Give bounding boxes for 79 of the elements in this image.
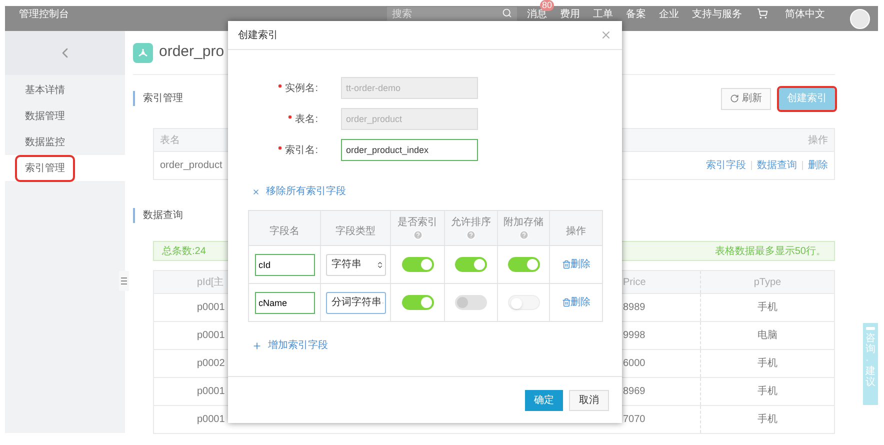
help-icon[interactable] <box>518 230 528 240</box>
table-cell-text: 手机 <box>756 412 778 427</box>
nav-link[interactable]: 工单 <box>593 9 613 20</box>
table-cell-text: order_product <box>160 159 222 173</box>
table-cell-text: 电脑 <box>756 328 778 343</box>
notice-text: 表格数据最多显示50行。 <box>714 244 826 258</box>
toggle-switch[interactable] <box>508 257 540 272</box>
trash-icon <box>562 260 570 269</box>
trash-icon <box>562 298 570 307</box>
search-icon[interactable] <box>502 8 512 18</box>
column-header: 是否索引 <box>398 216 438 230</box>
action-link[interactable]: 索引字段 <box>706 158 746 173</box>
column-header: 表名 <box>160 134 180 148</box>
table-cell-text: 手机 <box>756 356 778 371</box>
table-cell-text: p0001 <box>197 385 225 399</box>
page-title: order_pro <box>159 42 224 62</box>
action-link[interactable]: 数据查询 <box>757 158 797 173</box>
nav-link[interactable]: 备案 <box>626 9 646 20</box>
column-header: 附加存储 <box>504 216 544 230</box>
help-icon[interactable] <box>466 230 476 240</box>
nav-link[interactable]: 企业 <box>659 9 679 20</box>
toggle-switch[interactable] <box>402 295 434 310</box>
sidebar-item[interactable]: 数据监控 <box>5 129 125 155</box>
table-cell-text: 手机 <box>756 384 778 399</box>
field-label: 实例名: <box>285 82 318 96</box>
sidebar-item[interactable]: 基本详情 <box>5 77 125 103</box>
column-header: 字段名 <box>270 224 300 238</box>
delete-link[interactable]: 删除 <box>562 257 590 272</box>
field-label: 表名: <box>295 112 318 126</box>
refresh-button[interactable]: 刷新 <box>721 88 771 110</box>
dialog-title: 创建索引 <box>238 28 278 42</box>
table-cell-text: p0001 <box>197 329 225 343</box>
close-icon[interactable] <box>600 29 612 41</box>
avatar[interactable] <box>850 9 870 29</box>
toggle-switch[interactable] <box>402 257 434 272</box>
action-link[interactable]: 删除 <box>808 158 828 173</box>
toggle-switch[interactable] <box>508 295 540 310</box>
remove-all-link[interactable]: 移除所有索引字段 <box>252 184 346 199</box>
field-name-input[interactable]: cName <box>254 292 314 314</box>
nav-link[interactable]: 消息 <box>527 9 547 20</box>
console-title: 管理控制台 <box>19 8 69 21</box>
column-header: 允许排序 <box>451 216 491 230</box>
create-index-button[interactable]: 创建索引 <box>779 88 835 110</box>
delete-link[interactable]: 删除 <box>562 295 590 310</box>
field-label: 索引名: <box>285 144 318 158</box>
help-icon[interactable] <box>412 230 422 240</box>
table-cell-text: 手机 <box>756 300 778 315</box>
total-count: 总条数:24 <box>162 244 206 258</box>
field-name-input[interactable]: cId <box>254 254 314 276</box>
cart-icon[interactable] <box>757 8 768 19</box>
section-heading: 索引管理 <box>133 91 183 106</box>
column-header: 操作 <box>808 134 828 148</box>
column-header: 字段类型 <box>336 224 376 238</box>
list-icon <box>121 277 127 285</box>
text-field[interactable]: order_product_index <box>341 139 478 161</box>
sidebar-item[interactable]: 数据管理 <box>5 103 125 129</box>
nav-link[interactable]: 费用 <box>560 9 580 20</box>
table-cell-text: p0001 <box>197 413 225 427</box>
column-header: pId[主 <box>197 276 224 290</box>
table-cell-text: p0001 <box>197 301 225 315</box>
nav-link[interactable]: 支持与服务 <box>692 9 742 20</box>
cancel-button[interactable]: 取消 <box>569 390 609 410</box>
add-icon <box>252 340 262 350</box>
section-heading: 数据查询 <box>133 208 183 222</box>
search-input[interactable]: 搜索 <box>392 8 492 21</box>
language-link[interactable]: 简体中文 <box>785 8 825 21</box>
app-icon <box>133 42 153 62</box>
refresh-icon <box>730 94 739 103</box>
table-cell-text: p0002 <box>197 357 225 371</box>
column-header: 操作 <box>566 224 586 238</box>
message-count-badge: 80 <box>540 0 554 11</box>
toggle-switch[interactable] <box>455 257 487 272</box>
sidebar-item[interactable]: 索引管理 <box>5 155 125 181</box>
remove-icon <box>252 188 260 196</box>
column-header: pType <box>752 276 782 290</box>
confirm-button[interactable]: 确定 <box>525 390 563 410</box>
field-type-select[interactable]: 分词字符串 <box>326 292 386 314</box>
field-type-select[interactable]: 字符串 <box>326 254 386 276</box>
collapse-handle[interactable] <box>119 271 129 291</box>
